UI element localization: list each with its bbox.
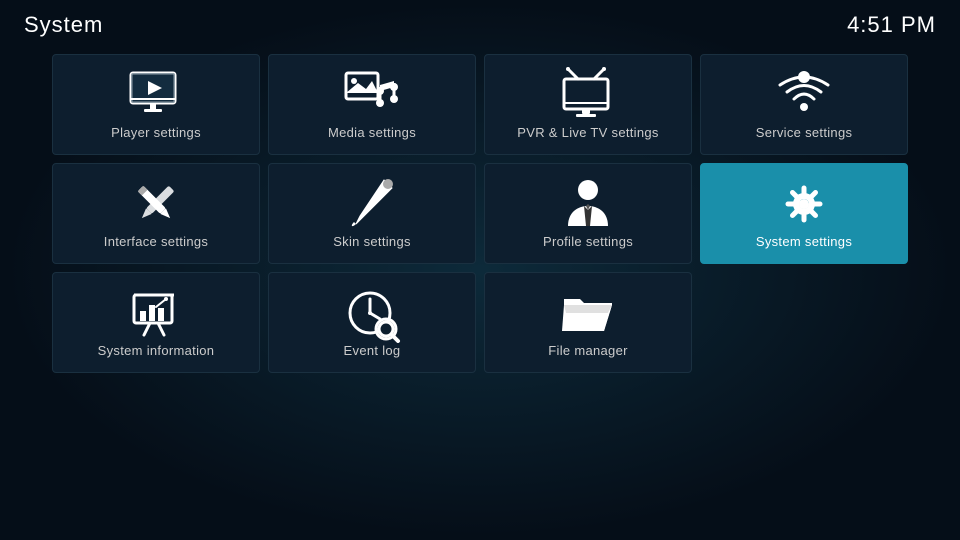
grid-item-profile-settings[interactable]: Profile settings [484,163,692,264]
app-title: System [24,12,103,38]
grid-item-interface-settings[interactable]: Interface settings [52,163,260,264]
event-log-icon [342,283,402,343]
grid-item-pvr-settings[interactable]: PVR & Live TV settings [484,54,692,155]
service-settings-icon-area [774,55,834,125]
header: System 4:51 PM [0,0,960,50]
grid-item-event-log[interactable]: Event log [268,272,476,373]
skin-settings-label: Skin settings [333,234,411,249]
grid-item-service-settings[interactable]: Service settings [700,54,908,155]
player-settings-icon-area [126,55,186,125]
grid-item-file-manager[interactable]: File manager [484,272,692,373]
media-settings-icon-area [342,55,402,125]
interface-settings-icon-area [126,164,186,234]
current-time: 4:51 PM [847,12,936,38]
profile-icon [558,174,618,234]
grid-item-skin-settings[interactable]: Skin settings [268,163,476,264]
player-settings-label: Player settings [111,125,201,140]
interface-icon [126,174,186,234]
event-log-icon-area [342,273,402,343]
grid-item-system-information[interactable]: System information [52,272,260,373]
system-information-label: System information [98,343,215,358]
profile-settings-icon-area [558,164,618,234]
media-settings-label: Media settings [328,125,416,140]
profile-settings-label: Profile settings [543,234,633,249]
grid-item-system-settings[interactable]: System settings [700,163,908,264]
file-manager-label: File manager [548,343,627,358]
grid-item-player-settings[interactable]: Player settings [52,54,260,155]
pvr-settings-label: PVR & Live TV settings [517,125,658,140]
skin-icon [342,174,402,234]
system-settings-label: System settings [756,234,852,249]
file-manager-icon [558,283,618,343]
pvr-settings-icon-area [558,55,618,125]
service-icon [774,65,834,125]
system-information-icon [126,283,186,343]
grid-item-media-settings[interactable]: Media settings [268,54,476,155]
system-information-icon-area [126,273,186,343]
service-settings-label: Service settings [756,125,853,140]
player-icon [126,65,186,125]
interface-settings-label: Interface settings [104,234,208,249]
media-icon [342,65,402,125]
system-settings-icon-area [774,164,834,234]
event-log-label: Event log [344,343,401,358]
skin-settings-icon-area [342,164,402,234]
pvr-icon [558,65,618,125]
system-icon [774,174,834,234]
settings-grid: Player settings Media settings [0,50,960,377]
file-manager-icon-area [558,273,618,343]
